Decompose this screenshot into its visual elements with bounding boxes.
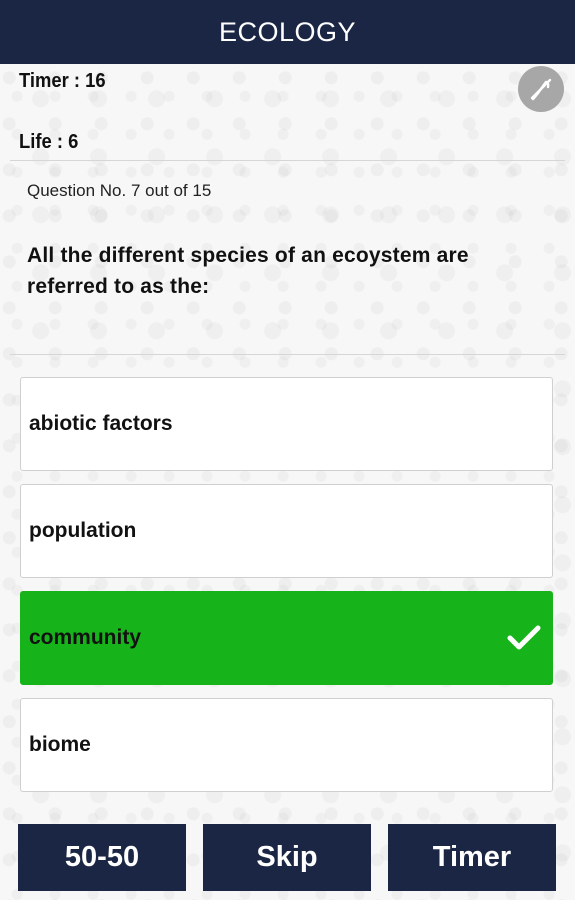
answer-option-label: biome <box>29 733 91 756</box>
question-text: All the different species of an ecoystem… <box>27 244 469 298</box>
timer-display: Timer : 16 <box>19 70 106 92</box>
answer-option-1[interactable]: abiotic factors <box>20 377 553 471</box>
sound-toggle-button[interactable] <box>518 66 564 112</box>
answer-option-label: community <box>29 626 142 649</box>
skip-label: Skip <box>256 841 318 873</box>
question-number: Question No. 7 out of 15 <box>27 181 212 200</box>
stats-divider <box>10 160 565 161</box>
life-counter: Life : 6 <box>19 131 79 153</box>
fifty-fifty-button[interactable]: 50-50 <box>18 824 186 891</box>
answer-option-4[interactable]: biome <box>20 698 553 792</box>
answer-option-2[interactable]: population <box>20 484 553 578</box>
timer-label: Timer <box>432 841 512 873</box>
page-title: ECOLOGY <box>218 16 357 47</box>
answer-option-3[interactable]: community <box>20 591 553 685</box>
checkmark-icon <box>507 625 541 650</box>
timer-button[interactable]: Timer <box>388 824 556 891</box>
sound-off-icon <box>530 78 552 101</box>
answer-option-label: population <box>29 519 137 542</box>
skip-button[interactable]: Skip <box>203 824 371 891</box>
fifty-fifty-label: 50-50 <box>64 841 140 873</box>
answer-option-label: abiotic factors <box>29 412 173 435</box>
app-header: ECOLOGY <box>0 0 575 64</box>
question-divider <box>10 354 565 355</box>
